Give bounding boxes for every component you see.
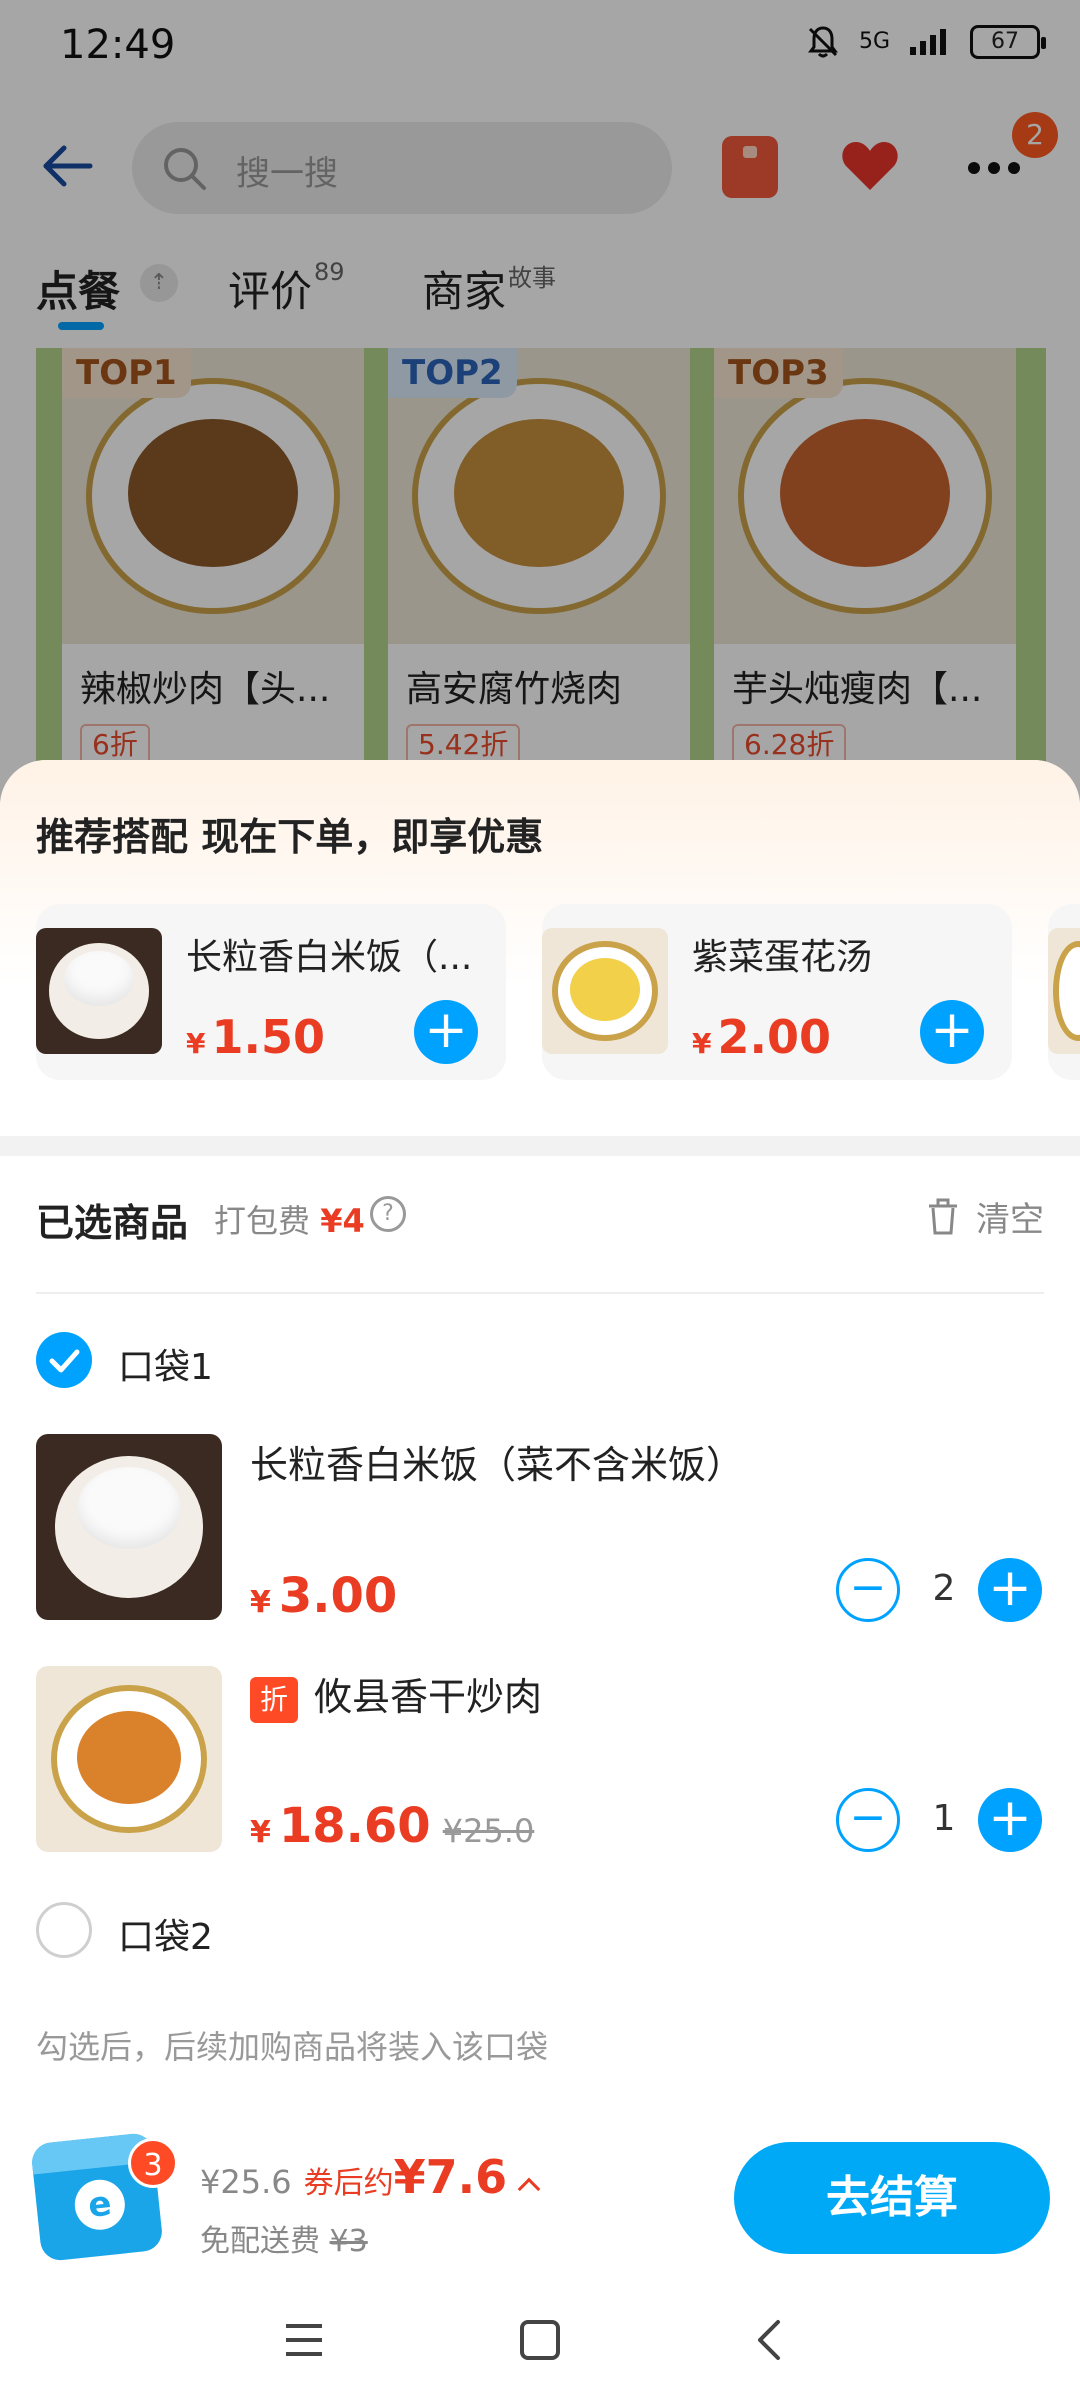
check-icon — [49, 1349, 80, 1373]
recommend-currency: ¥ — [692, 1027, 712, 1060]
cart-count-badge: 3 — [128, 2138, 178, 2188]
home-icon[interactable] — [514, 2314, 566, 2366]
bag1-label: 口袋1 — [118, 1347, 213, 1388]
cart-sheet: 推荐搭配 现在下单，即享优惠 长粒香白米饭（... ¥1.50 + 紫菜蛋花汤 … — [0, 760, 1080, 2120]
increase-quantity-button[interactable]: + — [978, 1788, 1042, 1852]
cart-item-price-value: 3.00 — [278, 1568, 398, 1624]
packing-fee-value: ¥4 — [320, 1202, 365, 1240]
bag-hint: 勾选后，后续加购商品将装入该口袋 — [36, 2028, 549, 2066]
packing-fee: 打包费 ¥4 — [214, 1196, 365, 1242]
bag1-checkbox[interactable] — [36, 1332, 92, 1388]
checkout-button[interactable]: 去结算 — [734, 2142, 1050, 2254]
recommend-add-button[interactable]: + — [920, 1000, 984, 1064]
divider — [36, 1292, 1044, 1294]
cart-item-price: ¥18.60 ¥25.0 — [250, 1798, 534, 1854]
recommend-price: ¥2.00 — [692, 1010, 831, 1064]
back-icon[interactable] — [744, 2314, 796, 2366]
increase-quantity-button[interactable]: + — [978, 1558, 1042, 1622]
cart-item-original-price: ¥25.0 — [442, 1812, 535, 1850]
delivery-fee: 免配送费 ¥3 — [200, 2216, 368, 2260]
recommend-price: ¥1.50 — [186, 1010, 325, 1064]
recommend-add-button[interactable]: + — [414, 1000, 478, 1064]
bag2-label: 口袋2 — [118, 1917, 213, 1958]
recommend-currency: ¥ — [186, 1027, 206, 1060]
recommend-card[interactable]: 长粒香白米饭（... ¥1.50 + — [36, 904, 506, 1080]
menu-icon[interactable] — [278, 2314, 330, 2366]
selected-title: 已选商品 — [36, 1201, 189, 1245]
cart-item-name: 长粒香白米饭（菜不含米饭） — [250, 1443, 745, 1487]
cart-item-name: 折攸县香干炒肉 — [250, 1666, 542, 1723]
system-nav-bar — [0, 2280, 1080, 2400]
clear-label: 清空 — [976, 1200, 1044, 1240]
bag2-checkbox[interactable] — [36, 1902, 92, 1958]
cart-item-currency: ¥ — [250, 1585, 271, 1620]
packing-fee-label: 打包费 — [214, 1202, 311, 1240]
decrease-quantity-button[interactable]: − — [836, 1788, 900, 1852]
recommend-name: 长粒香白米饭（... — [186, 937, 473, 978]
cart-bar: e 3 ¥25.6 券后约¥7.6 免配送费 ¥3 去结算 — [0, 2120, 1080, 2280]
item-quantity: 1 — [932, 1798, 956, 1839]
free-delivery-label: 免配送费 — [200, 2224, 320, 2259]
recommend-price-value: 1.50 — [211, 1010, 325, 1064]
cart-item-image — [36, 1666, 222, 1852]
decrease-quantity-button[interactable]: − — [836, 1558, 900, 1622]
discount-tag: 折 — [250, 1676, 298, 1723]
recommend-image — [542, 928, 668, 1054]
cart-item-price-value: 18.60 — [278, 1798, 431, 1854]
recommend-image — [36, 928, 162, 1054]
clear-button[interactable]: 清空 — [926, 1192, 1044, 1241]
delivery-original-fee: ¥3 — [329, 2224, 368, 2259]
section-gap — [0, 1136, 1080, 1156]
recommend-card[interactable]: 紫菜蛋花汤 ¥2.00 + — [542, 904, 1012, 1080]
recommend-section: 推荐搭配 现在下单，即享优惠 长粒香白米饭（... ¥1.50 + 紫菜蛋花汤 … — [0, 760, 1080, 1136]
chevron-up-icon — [517, 2177, 541, 2200]
recommend-name: 紫菜蛋花汤 — [692, 937, 873, 978]
after-coupon-label: 券后约 — [303, 2166, 394, 2201]
original-total: ¥25.6 — [200, 2163, 292, 2201]
cart-item-name-text: 攸县香干炒肉 — [314, 1675, 543, 1719]
recommend-card-partial[interactable] — [1048, 904, 1080, 1080]
help-icon[interactable]: ? — [370, 1196, 406, 1232]
trash-icon — [929, 1198, 957, 1234]
recommend-image — [1048, 928, 1080, 1054]
cart-item-image — [36, 1434, 222, 1620]
recommend-title: 推荐搭配 现在下单，即享优惠 — [36, 815, 544, 859]
cart-price-summary[interactable]: ¥25.6 券后约¥7.6 — [200, 2150, 541, 2204]
after-coupon-price: ¥7.6 — [393, 2150, 508, 2204]
cart-item-price: ¥3.00 — [250, 1568, 397, 1624]
item-quantity: 2 — [932, 1568, 956, 1609]
recommend-price-value: 2.00 — [717, 1010, 831, 1064]
cart-item-currency: ¥ — [250, 1815, 271, 1850]
